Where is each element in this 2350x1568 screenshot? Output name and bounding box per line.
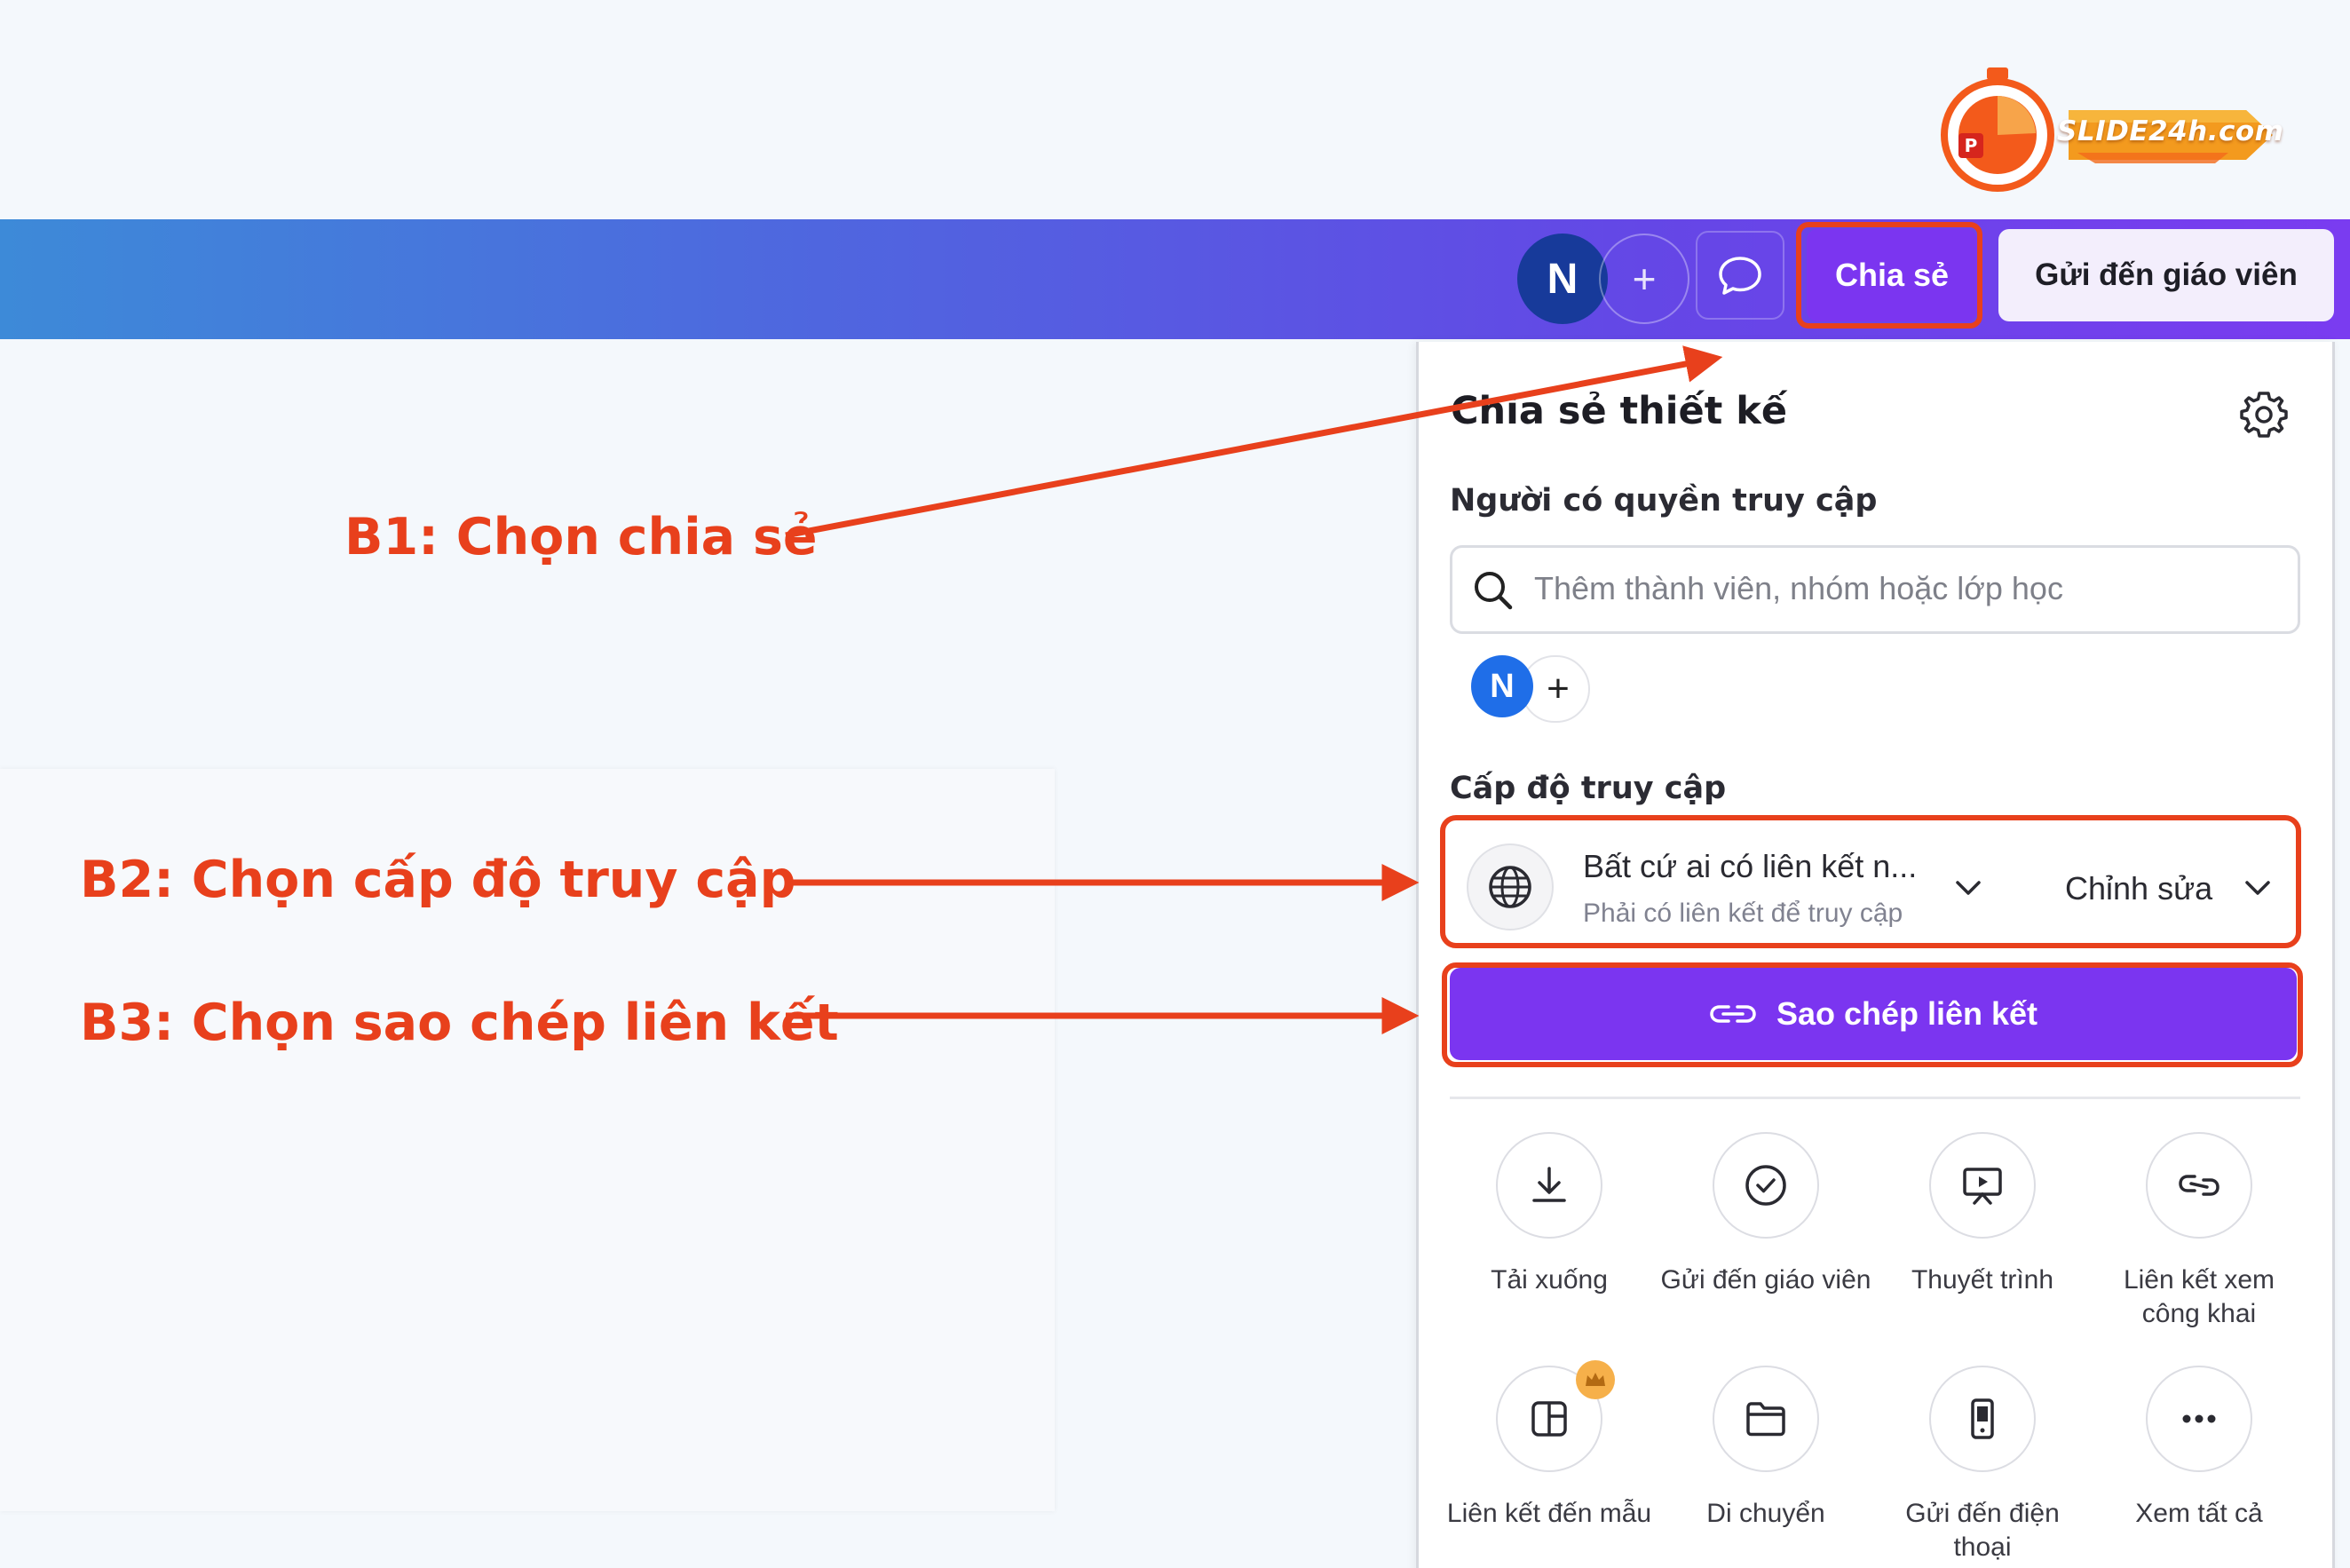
panel-title: Chia sẻ thiết kế [1451, 389, 1787, 433]
member-search-input[interactable] [1534, 558, 2280, 620]
comment-icon [1719, 257, 1761, 295]
action-present[interactable]: Thuyết trình [1876, 1132, 2089, 1310]
access-level-highlight [1440, 815, 2301, 948]
access-people-label: Người có quyền truy cập [1450, 483, 1878, 519]
action-see-all[interactable]: Xem tất cả [2093, 1366, 2306, 1543]
settings-gear-icon[interactable] [2237, 388, 2291, 441]
more-icon [2146, 1366, 2252, 1472]
action-template-link[interactable]: Liên kết đến mẫu [1443, 1360, 1656, 1543]
comment-button[interactable] [1696, 231, 1784, 320]
search-icon [1469, 566, 1517, 614]
member-avatar[interactable]: N [1471, 655, 1533, 717]
action-label: Tải xuống [1491, 1265, 1608, 1295]
send-to-teacher-button[interactable]: Gửi đến giáo viên [1998, 229, 2334, 321]
link-icon [2146, 1132, 2252, 1239]
phone-icon [1929, 1366, 2036, 1472]
add-collaborator-button[interactable]: + [1599, 234, 1689, 324]
crown-icon [1576, 1360, 1615, 1399]
action-public-view-link[interactable]: Liên kết xem công khai [2093, 1132, 2306, 1328]
check-circle-icon [1713, 1132, 1819, 1239]
annotation-step-1: B1: Chọn chia sẻ [344, 508, 818, 566]
folder-icon [1713, 1366, 1819, 1472]
action-label: Xem tất cả [2135, 1499, 2263, 1528]
action-send-to-phone[interactable]: Gửi đến điện thoại [1876, 1366, 2089, 1562]
present-icon [1929, 1132, 2036, 1239]
action-move[interactable]: Di chuyển [1659, 1366, 1872, 1543]
action-label: Gửi đến điện thoại [1905, 1499, 2060, 1562]
action-send-to-teacher[interactable]: Gửi đến giáo viên [1659, 1132, 1872, 1310]
svg-text:P: P [1965, 135, 1978, 156]
logo-text: SLIDE24h.com [2057, 115, 2284, 147]
slide24h-logo: P SLIDE24h.com [1935, 64, 2291, 197]
editor-top-bar [0, 219, 2350, 339]
annotation-step-3: B3: Chọn sao chép liên kết [80, 994, 839, 1052]
copy-link-highlight [1442, 962, 2303, 1067]
panel-divider [1450, 1097, 2300, 1099]
action-download[interactable]: Tải xuống [1443, 1132, 1656, 1310]
download-icon [1496, 1132, 1602, 1239]
action-label: Di chuyển [1706, 1499, 1825, 1528]
access-level-label: Cấp độ truy cập [1450, 771, 1727, 806]
annotation-step-2: B2: Chọn cấp độ truy cập [80, 851, 796, 909]
action-label: Thuyết trình [1911, 1265, 2054, 1295]
action-label: Liên kết đến mẫu [1446, 1499, 1652, 1528]
action-label: Gửi đến giáo viên [1660, 1265, 1871, 1295]
user-avatar[interactable]: N [1517, 234, 1608, 324]
share-button-highlight [1796, 222, 1982, 329]
action-label: Liên kết xem công khai [2123, 1265, 2275, 1328]
